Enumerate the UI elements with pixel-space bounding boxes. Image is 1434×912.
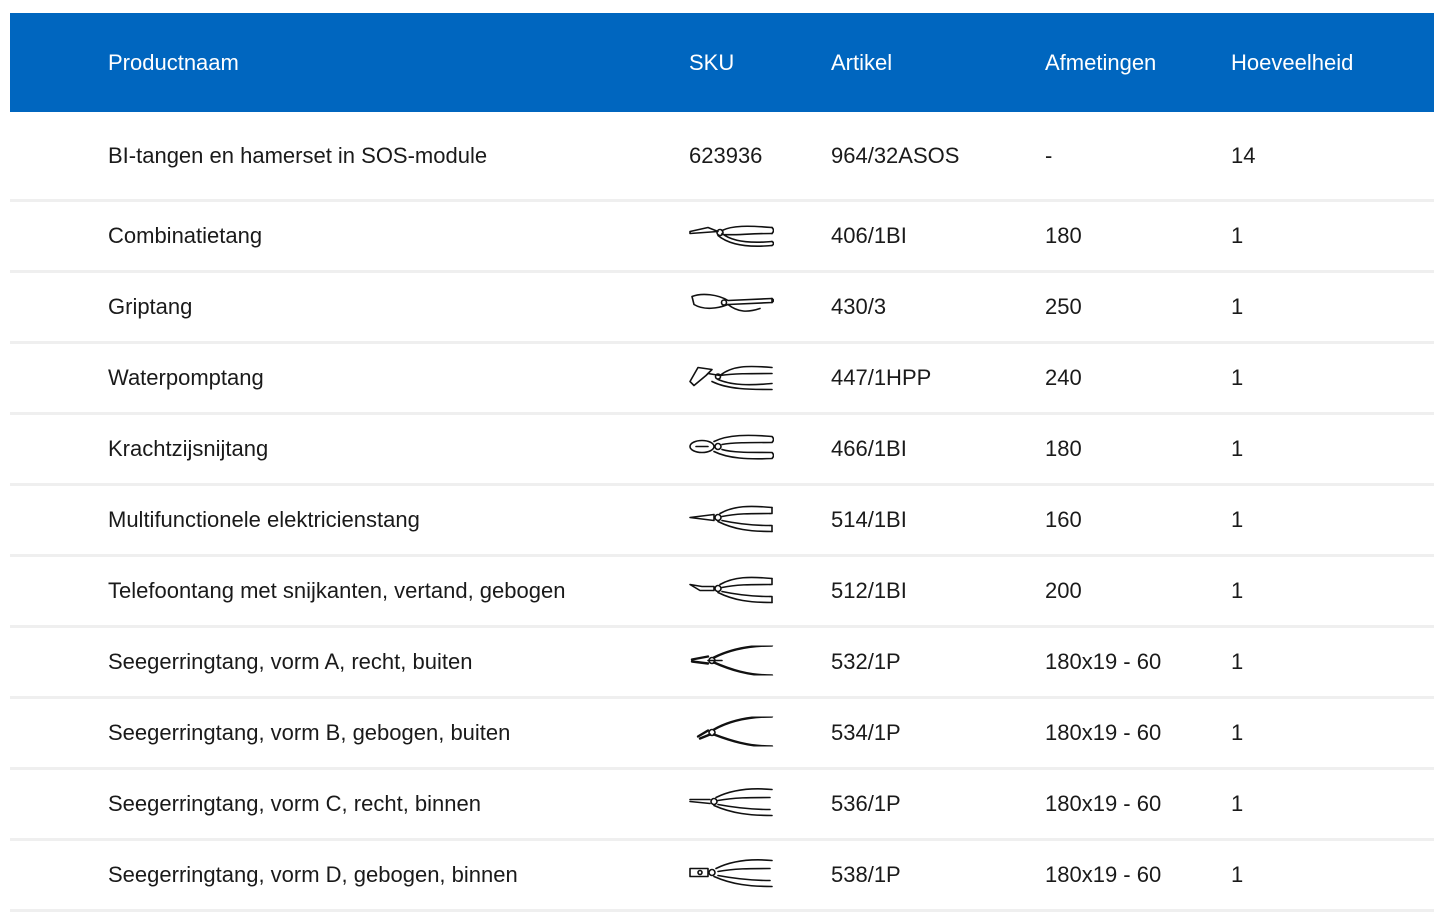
item-name: Seegerringtang, vorm C, recht, binnen (108, 791, 481, 816)
kit-quantity: 14 (1231, 143, 1256, 168)
combination-pliers-icon (688, 220, 774, 250)
column-header-article: Artikel (831, 49, 893, 75)
table-row: Krachtzijsnijtang 466/1BI 180 1 (10, 415, 1434, 486)
table-header: Productnaam SKU Artikel Afmetingen Hoeve… (10, 13, 1434, 112)
item-quantity: 1 (1231, 365, 1244, 390)
item-quantity: 1 (1231, 862, 1244, 887)
item-quantity: 1 (1231, 436, 1244, 461)
item-dimensions: 180 (1045, 223, 1082, 248)
item-dimensions: 240 (1045, 365, 1082, 390)
kit-dimensions: - (1045, 143, 1053, 168)
table-row: Seegerringtang, vorm A, recht, buiten 53… (10, 628, 1434, 699)
water-pump-pliers-icon (688, 362, 774, 392)
item-article: 512/1BI (831, 578, 907, 603)
item-article: 536/1P (831, 791, 901, 816)
item-quantity: 1 (1231, 720, 1244, 745)
locking-pliers-icon (688, 291, 774, 321)
column-header-dimensions: Afmetingen (1045, 49, 1157, 75)
table-row: Combinatietang 406/1BI 180 1 (10, 202, 1434, 273)
item-article: 430/3 (831, 294, 887, 319)
item-article: 532/1P (831, 649, 901, 674)
item-article: 406/1BI (831, 223, 907, 248)
circlip-pliers-internal-icon (688, 787, 774, 818)
electrician-pliers-icon (688, 504, 774, 534)
item-name: Telefoontang met snijkanten, vertand, ge… (108, 578, 566, 603)
side-cutter-icon (688, 433, 774, 463)
item-article: 447/1HPP (831, 365, 932, 390)
item-dimensions: 180x19 - 60 (1045, 649, 1162, 674)
table-row: Seegerringtang, vorm D, gebogen, binnen … (10, 841, 1434, 912)
circlip-pliers-bent-icon (688, 716, 774, 747)
item-dimensions: 200 (1045, 578, 1082, 603)
kit-sku: 623936 (689, 143, 763, 168)
item-quantity: 1 (1231, 294, 1244, 319)
item-dimensions: 180 (1045, 436, 1082, 461)
item-name: Krachtzijsnijtang (108, 436, 269, 461)
item-article: 466/1BI (831, 436, 907, 461)
kit-name: BI-tangen en hamerset in SOS-module (108, 143, 488, 168)
table-row: Telefoontang met snijkanten, vertand, ge… (10, 557, 1434, 628)
item-name: Seegerringtang, vorm A, recht, buiten (108, 649, 473, 674)
item-name: Combinatietang (108, 223, 263, 248)
item-article: 514/1BI (831, 507, 907, 532)
item-dimensions: 180x19 - 60 (1045, 862, 1162, 887)
item-article: 534/1P (831, 720, 901, 745)
table-row: Griptang 430/3 250 1 (10, 273, 1434, 344)
bent-nose-pliers-icon (688, 575, 774, 605)
item-quantity: 1 (1231, 223, 1244, 248)
item-dimensions: 180x19 - 60 (1045, 720, 1162, 745)
table-row: Seegerringtang, vorm B, gebogen, buiten … (10, 699, 1434, 770)
item-quantity: 1 (1231, 507, 1244, 532)
column-header-quantity: Hoeveelheid (1231, 49, 1354, 75)
item-quantity: 1 (1231, 791, 1244, 816)
circlip-pliers-icon (688, 645, 774, 676)
column-header-sku: SKU (689, 49, 735, 75)
circlip-pliers-internal-bent-icon (688, 858, 774, 889)
item-dimensions: 180x19 - 60 (1045, 791, 1162, 816)
item-name: Griptang (108, 294, 193, 319)
table-row: Waterpomptang 447/1HPP 240 1 (10, 344, 1434, 415)
item-name: Multifunctionele elektricienstang (108, 507, 420, 532)
item-dimensions: 250 (1045, 294, 1082, 319)
item-name: Waterpomptang (108, 365, 264, 390)
column-header-name: Productnaam (108, 49, 239, 75)
item-dimensions: 160 (1045, 507, 1082, 532)
table-row: Multifunctionele elektricienstang 514/1B… (10, 486, 1434, 557)
product-table: Productnaam SKU Artikel Afmetingen Hoeve… (10, 13, 1434, 912)
item-quantity: 1 (1231, 578, 1244, 603)
item-name: Seegerringtang, vorm D, gebogen, binnen (108, 862, 518, 887)
item-quantity: 1 (1231, 649, 1244, 674)
table-row: Seegerringtang, vorm C, recht, binnen 53… (10, 770, 1434, 841)
kit-article: 964/32ASOS (831, 143, 960, 168)
item-article: 538/1P (831, 862, 901, 887)
item-name: Seegerringtang, vorm B, gebogen, buiten (108, 720, 511, 745)
kit-row: BI-tangen en hamerset in SOS-module 6239… (10, 112, 1434, 202)
